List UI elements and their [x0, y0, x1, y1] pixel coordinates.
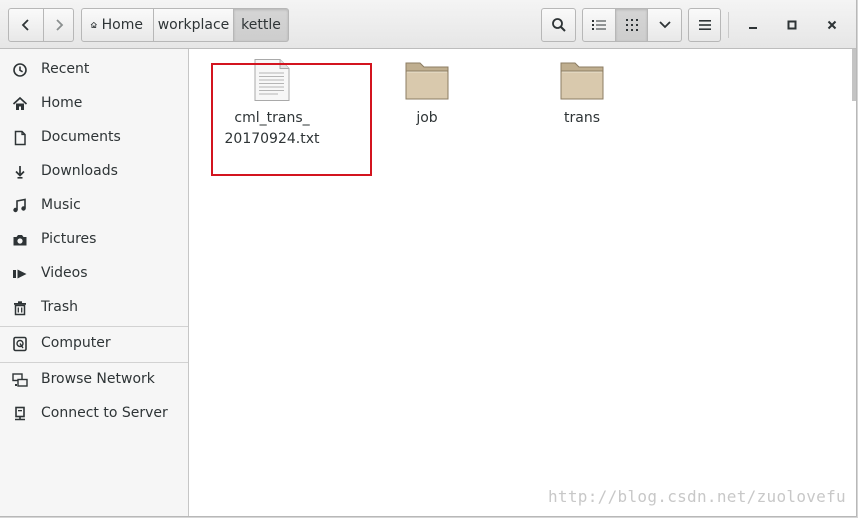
search-icon — [551, 18, 566, 32]
sidebar-item-label: Documents — [41, 129, 121, 145]
sidebar-item-label: Downloads — [41, 163, 118, 179]
chevron-right-icon — [55, 19, 63, 31]
breadcrumb-home-label: Home — [101, 17, 143, 33]
view-options-button[interactable] — [648, 8, 682, 42]
sidebar-item-label: Recent — [41, 61, 90, 77]
sidebar-item-label: Pictures — [41, 231, 97, 247]
recent-icon — [12, 62, 28, 78]
sidebar-item-documents[interactable]: Documents — [0, 121, 188, 155]
close-icon — [827, 20, 837, 30]
server-icon — [12, 406, 28, 422]
sidebar-item-label: Browse Network — [41, 371, 155, 387]
breadcrumb-home[interactable]: Home — [81, 8, 154, 42]
network-icon — [12, 372, 28, 388]
sidebar-item-music[interactable]: Music — [0, 189, 188, 223]
grid-view-icon — [625, 19, 638, 31]
folder-name: job — [416, 110, 438, 126]
menu-button[interactable] — [688, 8, 721, 42]
documents-icon — [12, 130, 28, 146]
sidebar-item-label: Connect to Server — [41, 405, 168, 421]
sidebar-item-label: Home — [41, 95, 83, 111]
breadcrumb-kettle[interactable]: kettle — [234, 8, 289, 42]
pictures-icon — [12, 232, 28, 248]
search-button[interactable] — [541, 8, 576, 42]
computer-icon — [12, 336, 28, 352]
sidebar-item-home[interactable]: Home — [0, 87, 188, 121]
watermark-text: http://blog.csdn.net/zuolovefu — [548, 487, 846, 506]
maximize-icon — [787, 20, 797, 30]
maximize-button[interactable] — [778, 10, 806, 40]
sidebar-item-label: Music — [41, 197, 81, 213]
breadcrumb-workplace[interactable]: workplace — [154, 8, 234, 42]
header-bar: Home workplace kettle — [0, 0, 856, 49]
close-button[interactable] — [818, 10, 846, 40]
minimize-icon — [749, 27, 757, 29]
sidebar-item-browse-network[interactable]: Browse Network — [0, 363, 188, 397]
sidebar-item-pictures[interactable]: Pictures — [0, 223, 188, 257]
sidebar-item-videos[interactable]: Videos — [0, 257, 188, 291]
folder-item-trans[interactable]: trans — [537, 58, 627, 129]
breadcrumb-workplace-label: workplace — [157, 17, 230, 33]
sidebar-item-label: Videos — [41, 265, 88, 281]
trash-icon — [12, 300, 28, 316]
grid-view-button[interactable] — [616, 8, 648, 42]
sidebar-item-connect-to-server[interactable]: Connect to Server — [0, 397, 188, 431]
music-icon — [12, 198, 28, 214]
downloads-icon — [12, 164, 28, 180]
back-button[interactable] — [8, 8, 44, 42]
sidebar-item-recent[interactable]: Recent — [0, 53, 188, 87]
file-manager-window: Home workplace kettle Recent Home Docume… — [0, 0, 857, 517]
sidebar-item-trash[interactable]: Trash — [0, 291, 188, 325]
minimize-button[interactable] — [739, 10, 767, 40]
forward-button[interactable] — [44, 8, 74, 42]
sidebar-item-downloads[interactable]: Downloads — [0, 155, 188, 189]
home-icon — [12, 96, 28, 112]
hamburger-menu-icon — [698, 20, 711, 30]
list-view-icon — [592, 20, 606, 30]
home-icon — [90, 21, 97, 29]
folder-icon — [560, 62, 604, 100]
folder-name: trans — [564, 110, 600, 126]
folder-item-job[interactable]: job — [382, 58, 472, 129]
sidebar: Recent Home Documents Downloads Music Pi… — [0, 49, 189, 516]
header-separator — [728, 12, 729, 38]
chevron-left-icon — [21, 19, 29, 31]
sidebar-item-label: Trash — [41, 299, 78, 315]
videos-icon — [12, 266, 28, 282]
annotation-highlight-box — [211, 63, 372, 176]
breadcrumb-kettle-label: kettle — [241, 17, 281, 33]
scrollbar-indicator[interactable] — [852, 49, 856, 101]
folder-icon — [405, 62, 449, 100]
chevron-down-icon — [658, 21, 671, 29]
sidebar-item-computer[interactable]: Computer — [0, 327, 188, 361]
sidebar-item-label: Computer — [41, 335, 111, 351]
list-view-button[interactable] — [582, 8, 616, 42]
